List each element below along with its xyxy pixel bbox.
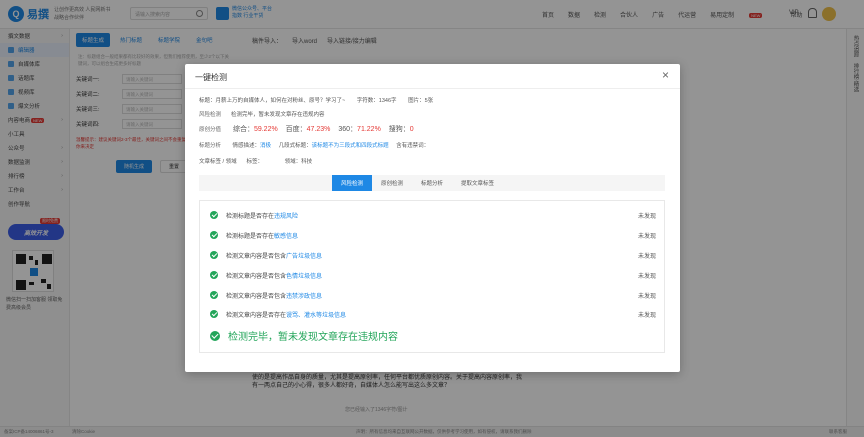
risk-results: 检测标题是否存在 违规风险 未发现 检测标题是否存在 敏感信息 未发现 检测文章内容是否… [199, 200, 665, 353]
tag-label: 标签： [246, 159, 264, 165]
check-status: 未发现 [637, 293, 656, 300]
check-prefix: 检测文章内容是否包含 [226, 253, 287, 260]
title-line-value: 月薪上万的自媒体人，如何在对粉丝、原号？学习了~ [215, 98, 346, 104]
check-circle-icon [210, 231, 218, 239]
score-baidu: 47.23% [306, 126, 331, 133]
check-prefix: 检测标题是否存在 [226, 213, 275, 220]
tags-label: 文章标签 / 领域 [199, 159, 237, 165]
score-overall: 59.22% [253, 126, 278, 133]
check-status: 未发现 [637, 312, 656, 319]
tags-row: 文章标签 / 领域 标签： 领域：科技 [199, 157, 312, 165]
check-row: 检测文章内容是否包含 违禁涉政信息 未发现 [210, 289, 656, 301]
tab-extract-tags[interactable]: 提取文章标签 [452, 175, 503, 191]
check-status: 未发现 [637, 233, 656, 240]
originality-row: 原创分值 综合：59.22% 百度：47.23% 360：71.22% 搜狗：0 [199, 124, 414, 134]
tab-title-analysis[interactable]: 标题分析 [412, 175, 452, 191]
check-link[interactable]: 谩骂、灌水等垃圾信息 [286, 310, 346, 319]
check-prefix: 检测文章内容是否包含 [226, 293, 287, 300]
check-status: 未发现 [637, 213, 656, 220]
check-circle-icon [210, 291, 218, 299]
check-link[interactable]: 违规风险 [274, 211, 298, 220]
score-360: 71.22% [357, 126, 381, 133]
check-link[interactable]: 违禁涉政信息 [286, 291, 322, 300]
check-circle-icon [210, 271, 218, 279]
tab-originality-check[interactable]: 原创检测 [372, 175, 412, 191]
domain-label: 领域： [284, 159, 302, 165]
risk-value: 检测完毕，暂未发现文章存在违规内容 [231, 112, 325, 118]
risk-row: 风险检测 检测完毕，暂未发现文章存在违规内容 [199, 110, 325, 118]
check-row: 检测文章内容是否包含 广告垃圾信息 未发现 [210, 249, 656, 261]
modal-title: 一键检测 [195, 73, 227, 82]
tab-risk-check[interactable]: 风险检测 [332, 175, 373, 191]
title-line: 标题：月薪上万的自媒体人，如何在对粉丝、原号？学习了~ 字符数：1346字 图片… [199, 96, 433, 104]
check-prefix: 检测标题是否存在 [226, 233, 275, 240]
type-value: 该标题不为三段式和四段式标题 [311, 143, 389, 149]
check-prefix: 检测文章内容是否包含 [226, 273, 287, 280]
check-circle-icon [210, 251, 218, 259]
check-prefix: 检测文章内容是否存在 [226, 312, 287, 319]
check-circle-icon [210, 211, 218, 219]
title-line-label: 标题： [199, 98, 216, 104]
check-link[interactable]: 敏感信息 [274, 231, 298, 240]
check-modal: 一键检测 × 标题：月薪上万的自媒体人，如何在对粉丝、原号？学习了~ 字符数：1… [185, 64, 680, 372]
title-analysis-label: 标题分析 [199, 143, 222, 149]
type-label: 几段式标题： [278, 143, 312, 149]
score-name: 360： [338, 126, 358, 133]
chars-label: 字符数： [356, 98, 379, 104]
tabs-spacer [199, 175, 332, 191]
emotion-value: 消极 [260, 143, 272, 149]
score-name: 综合： [232, 126, 254, 133]
score-name: 搜狗： [388, 126, 410, 133]
images-label: 图片： [408, 98, 425, 104]
check-circle-icon [210, 310, 218, 318]
sensitive-label: 含有违禁词： [396, 143, 430, 149]
check-link[interactable]: 色情垃圾信息 [286, 271, 322, 280]
score-sogou: 0 [409, 126, 414, 133]
check-link[interactable]: 广告垃圾信息 [286, 251, 322, 260]
check-row: 检测标题是否存在 违规风险 未发现 [210, 209, 656, 221]
emotion-label: 情感描述： [232, 143, 261, 149]
check-status: 未发现 [637, 253, 656, 260]
divider [185, 88, 680, 89]
chars-value: 1346字 [378, 98, 397, 104]
check-row: 检测文章内容是否存在 谩骂、灌水等垃圾信息 未发现 [210, 308, 656, 320]
check-row: 检测标题是否存在 敏感信息 未发现 [210, 229, 656, 241]
risk-label: 风险检测 [199, 112, 222, 118]
check-row: 检测文章内容是否包含 色情垃圾信息 未发现 [210, 269, 656, 281]
final-result-text: 检测完毕，暂未发现文章存在违规内容 [228, 332, 398, 343]
close-icon[interactable]: × [662, 69, 669, 81]
final-result: 检测完毕，暂未发现文章存在违规内容 [210, 328, 398, 343]
score-name: 百度： [285, 126, 307, 133]
originality-label: 原创分值 [199, 127, 222, 133]
check-status: 未发现 [637, 273, 656, 280]
domain-value: 科技 [301, 159, 313, 165]
images-value: 5张 [424, 98, 434, 104]
title-analysis-row: 标题分析 情感描述：消极 几段式标题：该标题不为三段式和四段式标题 含有违禁词： [199, 141, 429, 149]
check-tabs: 风险检测 原创检测 标题分析 提取文章标签 [199, 175, 665, 191]
check-circle-icon [210, 330, 220, 341]
